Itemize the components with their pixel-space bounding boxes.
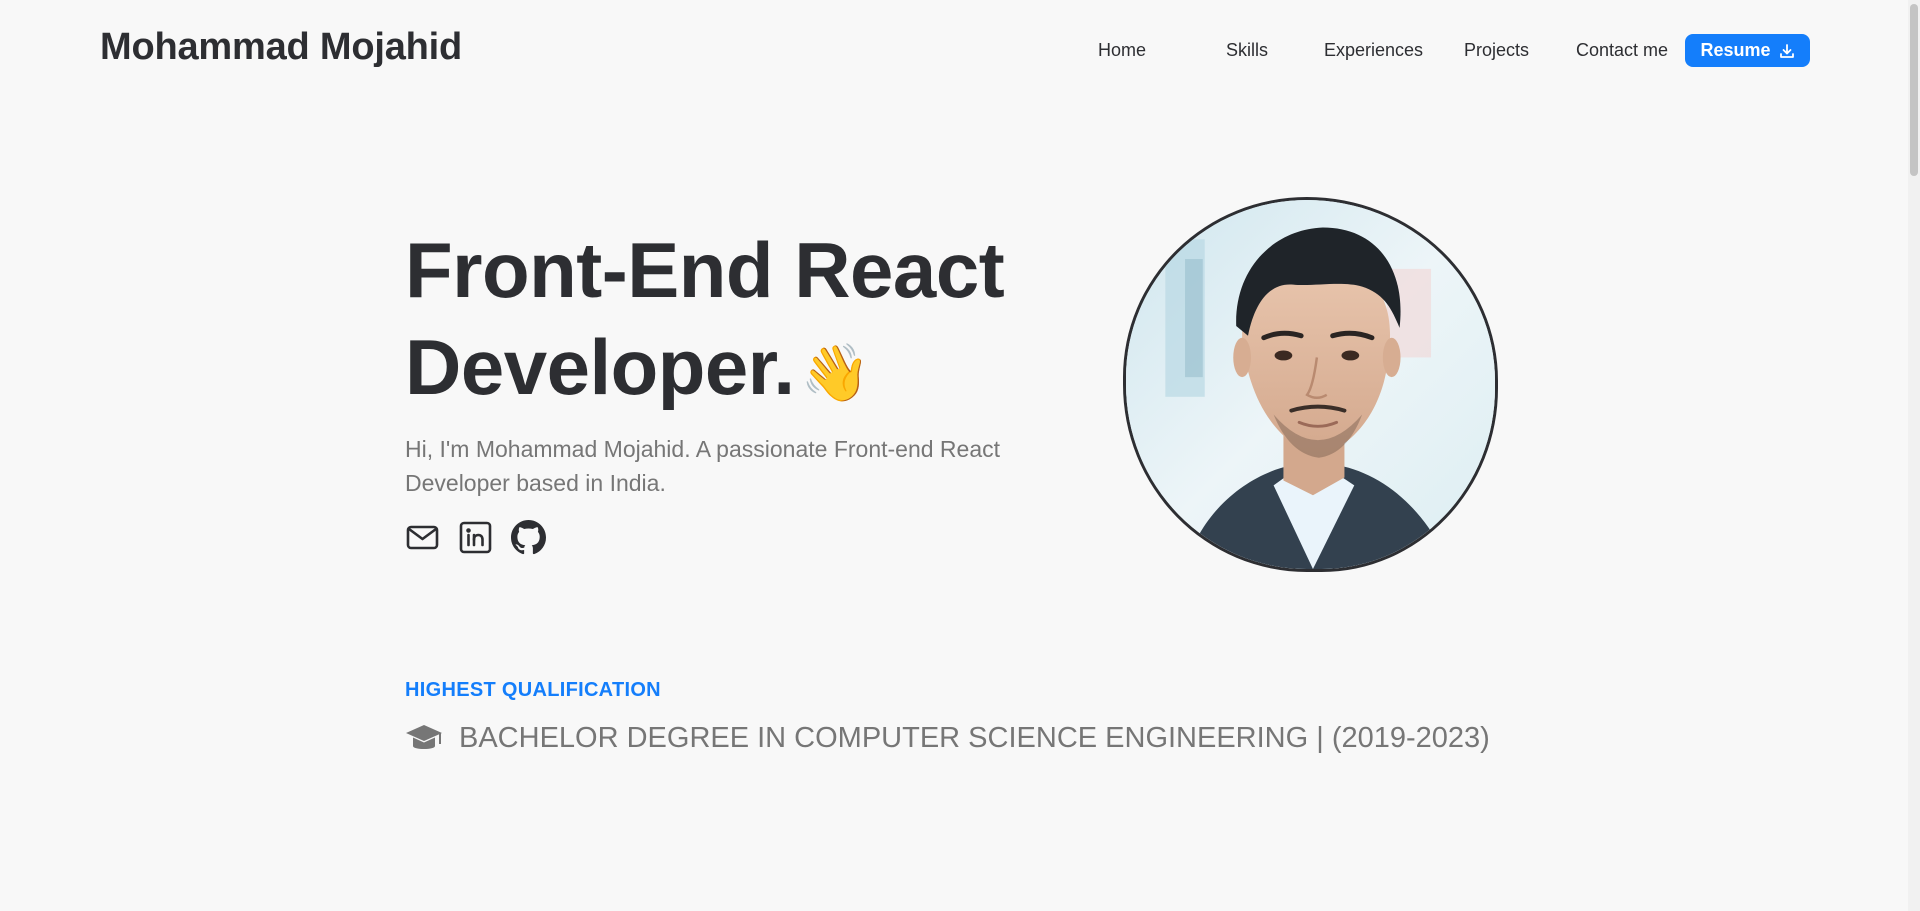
linkedin-icon[interactable] [458, 520, 493, 555]
graduation-cap-icon [406, 724, 442, 749]
nav-experiences[interactable]: Experiences [1324, 40, 1423, 61]
nav-skills[interactable]: Skills [1226, 40, 1268, 61]
hero-title-text: Developer. [405, 323, 795, 411]
social-links [405, 520, 546, 555]
scrollbar-thumb[interactable] [1910, 4, 1918, 176]
hero-title: Front-End React Developer. 👋 [405, 222, 1105, 422]
github-icon[interactable] [511, 520, 546, 555]
waving-hand-icon: 👋 [800, 340, 871, 406]
resume-button[interactable]: Resume [1685, 34, 1810, 67]
site-header: Mohammad Mojahid Home Skills Experiences… [0, 0, 1920, 100]
hero-title-line-2: Developer. 👋 [405, 319, 1105, 422]
resume-button-label: Resume [1700, 40, 1771, 60]
qualification-row: BACHELOR DEGREE IN COMPUTER SCIENCE ENGI… [405, 722, 1490, 755]
page: Mohammad Mojahid Home Skills Experiences… [0, 0, 1920, 911]
qualification-text: BACHELOR DEGREE IN COMPUTER SCIENCE ENGI… [459, 722, 1490, 754]
main-nav: Home Skills Experiences Projects Contact… [0, 36, 1920, 66]
nav-contact-me[interactable]: Contact me [1576, 40, 1668, 61]
nav-home[interactable]: Home [1098, 40, 1146, 61]
nav-projects[interactable]: Projects [1464, 40, 1529, 61]
qualification-label: HIGHEST QUALIFICATION [405, 679, 661, 701]
profile-photo [1123, 197, 1498, 572]
download-icon [1779, 43, 1794, 58]
hero-subtitle: Hi, I'm Mohammad Mojahid. A passionate F… [405, 436, 1001, 496]
mail-icon[interactable] [405, 520, 440, 555]
hero-title-line-1: Front-End React [405, 226, 1005, 314]
page-scrollbar[interactable] [1908, 0, 1920, 911]
